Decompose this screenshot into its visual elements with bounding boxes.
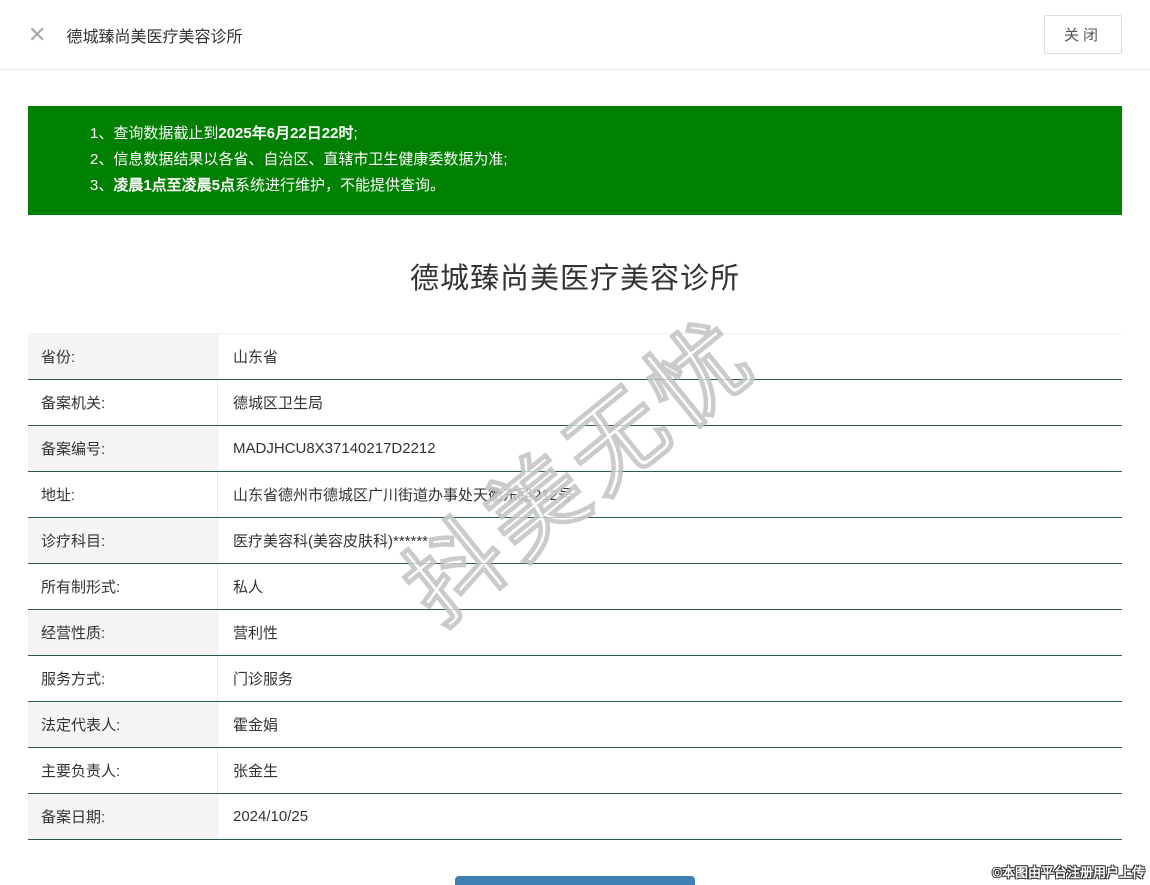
table-row-ownership: 所有制形式: 私人 [28,564,1122,610]
row-label: 服务方式: [28,656,218,701]
row-value: 2024/10/25 [218,794,1122,839]
notice-line-1-bold: 2025年6月22日22时 [218,125,354,142]
row-value: 营利性 [218,610,1122,655]
row-value: 山东省德州市德城区广川街道办事处天衢东路212号 [218,472,1122,517]
row-value: 张金生 [218,748,1122,793]
page-title: 德城臻尚美医疗美容诊所 [409,263,740,295]
table-row-province: 省份: 山东省 [28,334,1122,380]
top-bar: ✕ 德城臻尚美医疗美容诊所 关闭 [0,0,1150,70]
close-window-button[interactable]: 〖关闭窗口〗 [455,876,695,885]
row-label: 备案机关: [28,380,218,425]
table-row-service-mode: 服务方式: 门诊服务 [28,656,1122,702]
notice-line-3-num: 3、 [90,177,114,194]
row-value: MADJHCU8X37140217D2212 [218,426,1122,471]
close-button[interactable]: 关闭 [1043,15,1122,54]
row-label: 经营性质: [28,610,218,655]
window-title: 德城臻尚美医疗美容诊所 [66,28,243,46]
notice-line-3-post: 系统进行维护，不能提供查询。 [235,177,446,194]
table-row-address: 地址: 山东省德州市德城区广川街道办事处天衢东路212号 [28,472,1122,518]
notice-line-3-bold: 凌晨1点至凌晨5点 [113,177,236,194]
row-label: 所有制形式: [28,564,218,609]
clinic-info-table: 省份: 山东省 备案机关: 德城区卫生局 备案编号: MADJHCU8X3714… [28,333,1122,840]
row-label: 省份: [28,334,218,379]
row-value: 霍金娟 [218,702,1122,747]
row-label: 地址: [28,472,218,517]
row-label: 主要负责人: [28,748,218,793]
row-value: 山东省 [218,334,1122,379]
table-row-filing-number: 备案编号: MADJHCU8X37140217D2212 [28,426,1122,472]
row-label: 法定代表人: [28,702,218,747]
row-value: 医疗美容科(美容皮肤科)****** [218,518,1122,563]
row-label: 备案编号: [28,426,218,471]
row-label: 诊疗科目: [28,518,218,563]
notice-line-1-num: 1、 [90,125,114,142]
row-value: 德城区卫生局 [218,380,1122,425]
table-row-filing-date: 备案日期: 2024/10/25 [28,794,1122,840]
notice-line-1-text: 查询数据截止到 [113,125,219,142]
notice-line-3: 3、凌晨1点至凌晨5点系统进行维护，不能提供查询。 [90,173,1102,199]
row-value: 私人 [218,564,1122,609]
notice-line-1-post: ; [353,125,358,142]
notice-line-2-num: 2、 [90,151,114,168]
table-row-medical-subjects: 诊疗科目: 医疗美容科(美容皮肤科)****** [28,518,1122,564]
table-row-principal: 主要负责人: 张金生 [28,748,1122,794]
corner-watermark: ©本图由平台注册用户上传 [992,865,1145,880]
table-row-legal-representative: 法定代表人: 霍金娟 [28,702,1122,748]
row-label: 备案日期: [28,794,218,839]
notice-line-2-text: 信息数据结果以各省、自治区、直辖市卫生健康委数据为准; [113,151,508,168]
table-row-filing-authority: 备案机关: 德城区卫生局 [28,380,1122,426]
notice-line-2: 2、信息数据结果以各省、自治区、直辖市卫生健康委数据为准; [90,147,1102,173]
notice-line-1: 1、查询数据截止到2025年6月22日22时; [90,121,1102,147]
row-value: 门诊服务 [218,656,1122,701]
table-row-business-nature: 经营性质: 营利性 [28,610,1122,656]
notice-banner: 1、查询数据截止到2025年6月22日22时; 2、信息数据结果以各省、自治区、… [28,106,1122,215]
close-x-icon[interactable]: ✕ [28,23,46,46]
